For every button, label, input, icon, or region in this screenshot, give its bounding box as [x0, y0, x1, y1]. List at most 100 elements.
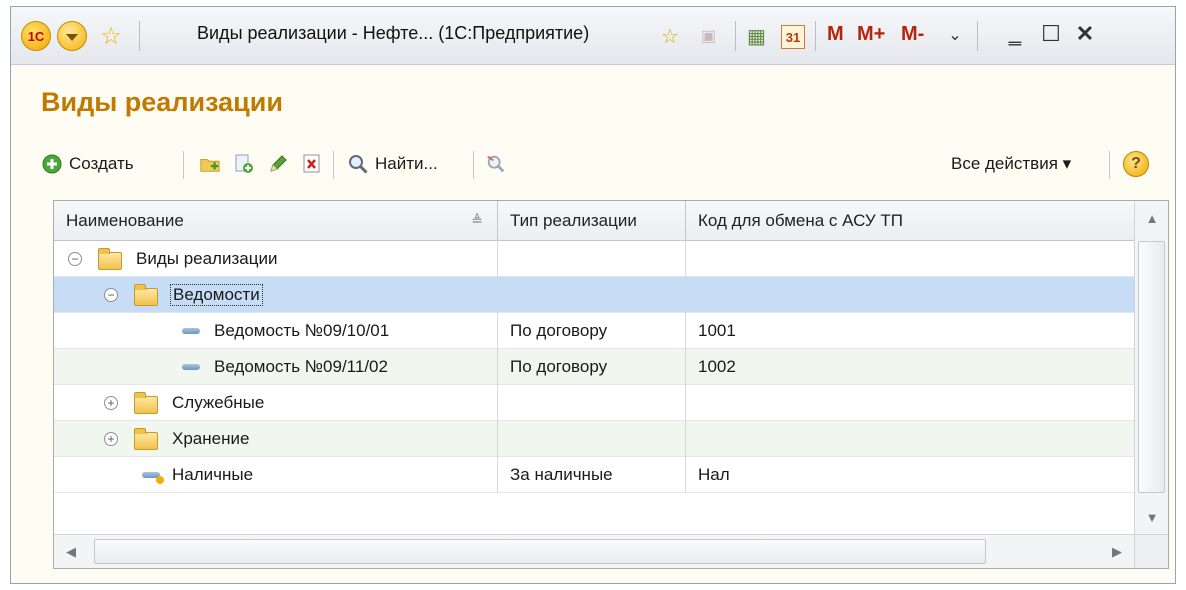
memory-plus-button[interactable]: M+	[857, 23, 885, 46]
folder-icon	[134, 284, 158, 306]
table-row[interactable]: + Служебные	[54, 385, 1134, 421]
create-button[interactable]: Создать	[41, 149, 134, 179]
column-header-name[interactable]: Наименование ≜	[54, 201, 498, 241]
table-row[interactable]: + Хранение	[54, 421, 1134, 457]
help-icon: ?	[1123, 151, 1149, 177]
page-title: Виды реализации	[41, 87, 283, 117]
type-cell	[498, 277, 686, 313]
app-window: 1С ☆ Виды реализации - Нефте... (1С:Пред…	[10, 6, 1176, 584]
row-code: 1002	[698, 357, 736, 376]
expand-icon[interactable]: +	[104, 396, 118, 410]
scroll-thumb[interactable]	[94, 539, 986, 564]
divider	[815, 21, 816, 51]
table-row[interactable]: Ведомость №09/11/02 По договору 1002	[54, 349, 1134, 385]
maximize-icon[interactable]: ☐	[1037, 21, 1065, 47]
row-code: Нал	[698, 465, 730, 484]
row-code: 1001	[698, 321, 736, 340]
plus-circle-icon	[41, 153, 63, 175]
scroll-thumb[interactable]	[1138, 241, 1165, 493]
scroll-corner	[1134, 534, 1168, 568]
copy-add-icon	[233, 153, 255, 175]
row-type: За наличные	[510, 465, 613, 484]
name-cell: + Служебные	[54, 385, 498, 421]
delete-button[interactable]	[301, 149, 323, 179]
all-actions-button[interactable]: Все действия ▾	[951, 149, 1071, 179]
data-table: Наименование ≜ Тип реализации Код для об…	[53, 200, 1169, 569]
folder-icon	[98, 248, 122, 270]
column-header-type[interactable]: Тип реализации	[498, 201, 686, 241]
item-icon	[182, 328, 200, 334]
sort-icon: ≜	[471, 212, 483, 228]
help-button[interactable]: ?	[1123, 149, 1149, 179]
type-cell: По договору	[498, 349, 686, 385]
table-row[interactable]: Ведомость №09/10/01 По договору 1001	[54, 313, 1134, 349]
memory-button[interactable]: M	[827, 23, 844, 46]
favorites-star-icon[interactable]: ☆	[97, 21, 125, 51]
pencil-icon	[267, 153, 289, 175]
calculator-icon[interactable]: ▦	[747, 23, 766, 49]
find-label: Найти...	[375, 154, 438, 173]
expand-icon[interactable]: +	[104, 432, 118, 446]
name-cell: − Ведомости	[54, 277, 498, 313]
title-bar: 1С ☆ Виды реализации - Нефте... (1С:Пред…	[11, 7, 1175, 65]
collapse-icon[interactable]: −	[104, 288, 118, 302]
horizontal-scrollbar[interactable]: ◀ ▶	[54, 534, 1134, 568]
code-cell	[686, 421, 1134, 457]
row-type: По договору	[510, 321, 608, 340]
calendar-icon[interactable]: 31	[781, 25, 805, 49]
scroll-up-icon[interactable]: ▲	[1135, 201, 1168, 235]
mark-dot-icon	[156, 476, 164, 484]
create-label: Создать	[69, 154, 134, 173]
app-logo-icon[interactable]: 1С	[21, 21, 51, 51]
type-cell	[498, 421, 686, 457]
scroll-down-icon[interactable]: ▼	[1135, 500, 1168, 534]
table-row[interactable]: − Виды реализации	[54, 241, 1134, 277]
cancel-search-icon	[485, 153, 507, 175]
edit-button[interactable]	[267, 149, 289, 179]
scroll-left-icon[interactable]: ◀	[54, 535, 88, 568]
column-header-code[interactable]: Код для обмена с АСУ ТП	[686, 201, 1134, 241]
table-row[interactable]: Наличные За наличные Нал	[54, 457, 1134, 493]
divider	[1109, 151, 1110, 179]
divider	[473, 151, 474, 179]
divider	[183, 151, 184, 179]
type-cell	[498, 385, 686, 421]
magnifier-icon	[347, 153, 369, 175]
table-header: Наименование ≜ Тип реализации Код для об…	[54, 201, 1134, 241]
item-icon	[182, 364, 200, 370]
more-menu-icon[interactable]: ⌄	[941, 25, 969, 45]
code-cell: 1002	[686, 349, 1134, 385]
type-cell: За наличные	[498, 457, 686, 493]
find-button[interactable]: Найти...	[347, 149, 438, 179]
history-icon[interactable]: ▣	[701, 23, 716, 49]
main-menu-button[interactable]	[57, 21, 87, 51]
vertical-scrollbar[interactable]: ▲ ▼	[1134, 201, 1168, 534]
name-cell: + Хранение	[54, 421, 498, 457]
copy-button[interactable]	[233, 149, 255, 179]
row-name: Виды реализации	[136, 249, 278, 268]
code-cell	[686, 241, 1134, 277]
minimize-icon[interactable]: ‗	[1001, 21, 1029, 47]
toolbar: Создать Найти... Все действия ▾ ?	[41, 145, 1161, 185]
add-folder-icon	[199, 153, 221, 175]
folder-icon	[134, 392, 158, 414]
column-label: Наименование	[66, 211, 184, 230]
row-type: По договору	[510, 357, 608, 376]
code-cell	[686, 277, 1134, 313]
add-favorite-icon[interactable]: ☆	[661, 23, 679, 49]
code-cell: Нал	[686, 457, 1134, 493]
table-row-selected[interactable]: − Ведомости	[54, 277, 1134, 313]
delete-x-icon	[301, 153, 323, 175]
row-name: Хранение	[172, 429, 250, 448]
create-group-button[interactable]	[199, 149, 221, 179]
column-label: Тип реализации	[510, 211, 637, 230]
scroll-right-icon[interactable]: ▶	[1100, 535, 1134, 568]
cancel-search-button[interactable]	[485, 149, 507, 179]
folder-icon	[134, 428, 158, 450]
close-icon[interactable]: ✕	[1071, 21, 1099, 47]
type-cell	[498, 241, 686, 277]
collapse-icon[interactable]: −	[68, 252, 82, 266]
divider	[977, 21, 978, 51]
name-cell: Ведомость №09/10/01	[54, 313, 498, 349]
memory-minus-button[interactable]: M-	[901, 23, 924, 46]
